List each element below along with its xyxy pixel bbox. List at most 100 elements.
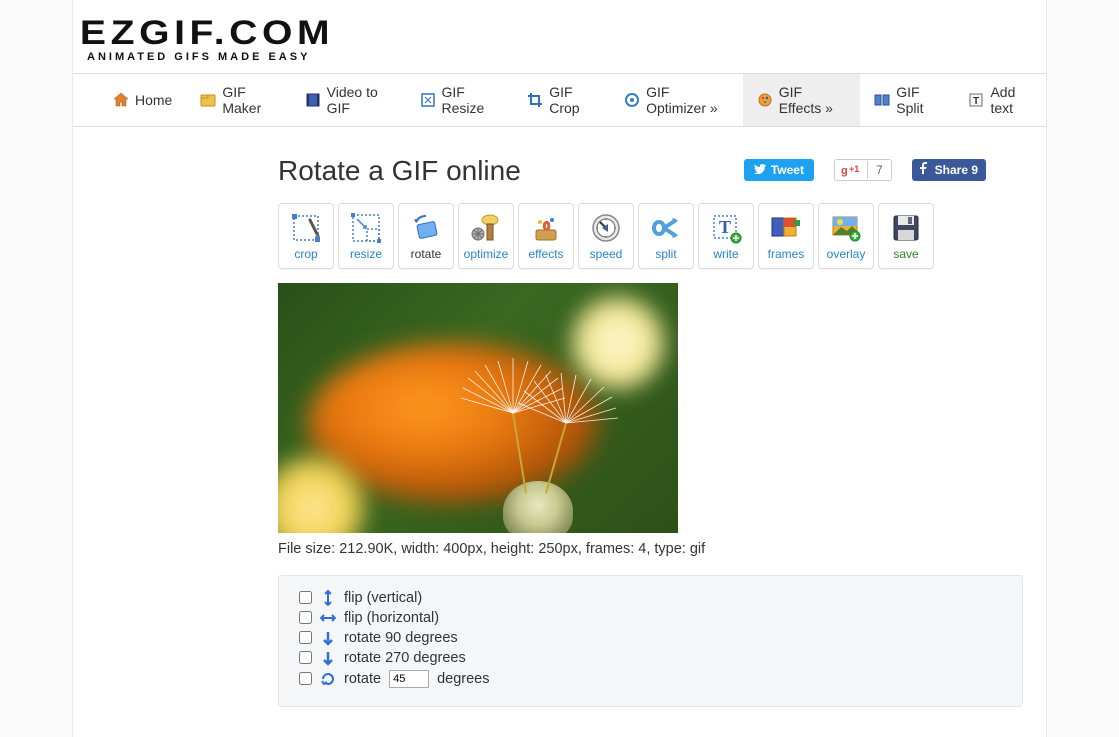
svg-text:+1: +1 (849, 164, 859, 174)
tool-label: optimize (464, 247, 509, 261)
tool-save[interactable]: save (878, 203, 934, 269)
flip-horizontal-checkbox[interactable] (299, 611, 312, 624)
tool-toolbar: crop resize rotate optimize effects spee… (278, 203, 1046, 269)
nav-gif-optimizer[interactable]: GIF Optimizer » (610, 74, 743, 126)
nav-label: GIF Effects » (779, 84, 847, 116)
nav-label: Add text (990, 84, 1032, 116)
nav-label: Video to GIF (327, 84, 392, 116)
nav-label: GIF Split (896, 84, 940, 116)
nav-label: Home (135, 92, 172, 108)
arrow-down-icon (320, 630, 336, 646)
rotate-custom-icon (320, 671, 336, 687)
preview-subject (278, 283, 678, 533)
gplus-count: 7 (867, 161, 891, 179)
file-info: File size: 212.90K, width: 400px, height… (278, 541, 1046, 557)
option-flip-vertical: flip (vertical) (299, 590, 1002, 606)
nav-gif-effects[interactable]: GIF Effects » (743, 74, 861, 126)
tool-label: frames (768, 247, 805, 261)
option-label-suffix: degrees (437, 671, 489, 687)
gplus-icon: g+1 (835, 161, 867, 179)
nav-label: GIF Crop (549, 84, 596, 116)
nav-label: GIF Optimizer » (646, 84, 729, 116)
flip-vertical-icon (320, 590, 336, 606)
option-label: flip (horizontal) (344, 610, 439, 626)
tool-label: resize (350, 247, 382, 261)
nav-gif-split[interactable]: GIF Split (860, 74, 954, 126)
header: EZGIF.COM ANIMATED GIFS MADE EASY Home G… (73, 0, 1046, 135)
tool-label: effects (528, 247, 563, 261)
rotate-icon (409, 211, 443, 245)
tool-label: rotate (411, 247, 442, 261)
nav-add-text[interactable]: T Add text (954, 74, 1046, 126)
nav-home[interactable]: Home (99, 74, 186, 126)
tool-write[interactable]: T write (698, 203, 754, 269)
rotate-270-checkbox[interactable] (299, 651, 312, 664)
content: Tweet g+1 7 Share 9 Rotate a GIF online … (73, 135, 1046, 737)
flip-horizontal-icon (320, 610, 336, 626)
svg-text:g: g (841, 165, 848, 177)
svg-text:T: T (973, 96, 979, 107)
option-label: rotate 270 degrees (344, 650, 466, 666)
fb-label: Share 9 (935, 163, 978, 177)
nav-gif-maker[interactable]: GIF Maker (186, 74, 290, 126)
folder-icon (200, 92, 216, 108)
effects-icon (529, 211, 563, 245)
fb-share-button[interactable]: Share 9 (912, 159, 986, 181)
gplus-button[interactable]: g+1 7 (834, 159, 892, 181)
home-icon (113, 92, 129, 108)
rotate-degrees-input[interactable] (389, 670, 429, 688)
option-rotate-270: rotate 270 degrees (299, 650, 1002, 666)
svg-text:T: T (719, 217, 731, 237)
tool-resize[interactable]: resize (338, 203, 394, 269)
frames-icon (769, 211, 803, 245)
arrow-down-icon (320, 650, 336, 666)
tool-label: overlay (827, 247, 866, 261)
tool-split[interactable]: split (638, 203, 694, 269)
tool-effects[interactable]: effects (518, 203, 574, 269)
write-icon: T (709, 211, 743, 245)
split-nav-icon (874, 92, 890, 108)
tool-crop[interactable]: crop (278, 203, 334, 269)
tool-overlay[interactable]: overlay (818, 203, 874, 269)
nav-gif-crop[interactable]: GIF Crop (513, 74, 610, 126)
page: EZGIF.COM ANIMATED GIFS MADE EASY Home G… (72, 0, 1047, 737)
film-icon (305, 92, 321, 108)
nav-label: GIF Resize (442, 84, 500, 116)
tweet-button[interactable]: Tweet (744, 159, 814, 181)
rotate-90-checkbox[interactable] (299, 631, 312, 644)
tool-optimize[interactable]: optimize (458, 203, 514, 269)
nav-label: GIF Maker (222, 84, 276, 116)
tweet-label: Tweet (771, 163, 804, 177)
flip-vertical-checkbox[interactable] (299, 591, 312, 604)
main-nav: Home GIF Maker Video to GIF GIF Resize G… (73, 73, 1046, 127)
tool-speed[interactable]: speed (578, 203, 634, 269)
nav-video-to-gif[interactable]: Video to GIF (291, 74, 406, 126)
tool-rotate[interactable]: rotate (398, 203, 454, 269)
effects-nav-icon (757, 92, 773, 108)
tool-label: crop (294, 247, 317, 261)
facebook-icon (920, 162, 930, 177)
option-rotate-90: rotate 90 degrees (299, 630, 1002, 646)
optimize-icon (469, 211, 503, 245)
tool-label: speed (590, 247, 623, 261)
crop-icon (289, 211, 323, 245)
optimize-nav-icon (624, 92, 640, 108)
twitter-icon (754, 163, 766, 177)
resize-tool-icon (349, 211, 383, 245)
tool-label: split (655, 247, 676, 261)
overlay-icon (829, 211, 863, 245)
speed-icon (589, 211, 623, 245)
logo: EZGIF.COM (73, 18, 1119, 49)
option-label-prefix: rotate (344, 671, 381, 687)
option-label: flip (vertical) (344, 590, 422, 606)
tool-frames[interactable]: frames (758, 203, 814, 269)
save-icon (889, 211, 923, 245)
split-icon (649, 211, 683, 245)
rotate-options-panel: flip (vertical) flip (horizontal) rotate… (278, 575, 1023, 707)
option-rotate-custom: rotate degrees (299, 670, 1002, 688)
nav-gif-resize[interactable]: GIF Resize (406, 74, 514, 126)
crop-nav-icon (527, 92, 543, 108)
tool-label: write (713, 247, 738, 261)
rotate-custom-checkbox[interactable] (299, 672, 312, 685)
logo-tagline: ANIMATED GIFS MADE EASY (73, 51, 1046, 63)
